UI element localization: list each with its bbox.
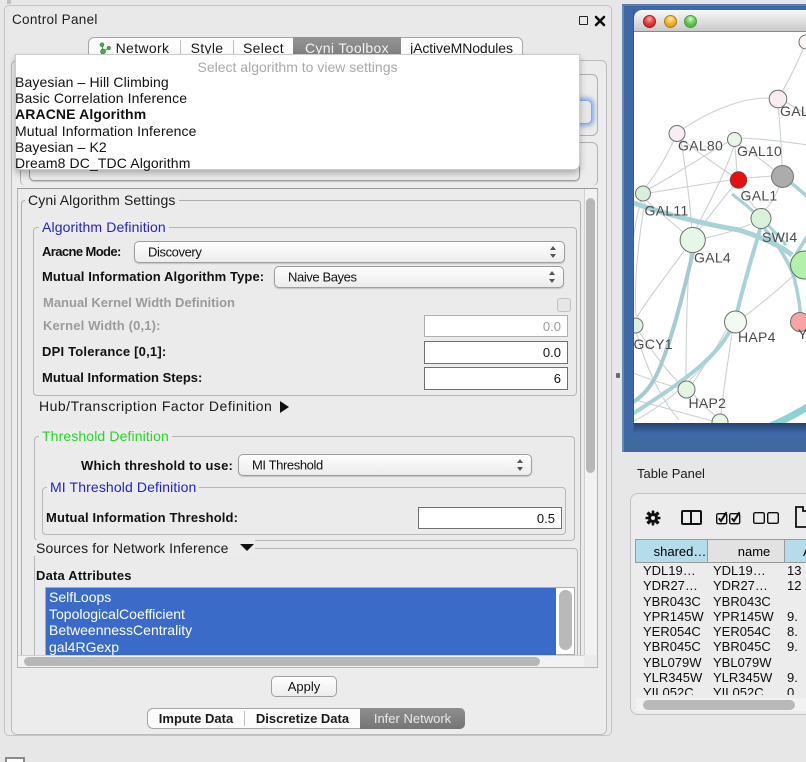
- svg-text:SWI4: SWI4: [762, 229, 797, 245]
- svg-text:GCY1: GCY1: [634, 336, 673, 352]
- svg-text:GAL2: GAL2: [780, 103, 806, 119]
- svg-text:GAL10: GAL10: [737, 143, 782, 159]
- svg-text:YM: YM: [798, 326, 806, 342]
- svg-text:GAL4: GAL4: [694, 250, 731, 266]
- svg-text:GAL80: GAL80: [678, 138, 723, 154]
- svg-text:HAP2: HAP2: [689, 395, 727, 411]
- svg-text:GAL11: GAL11: [645, 203, 689, 219]
- svg-text:HAP4: HAP4: [738, 329, 776, 345]
- svg-text:GAL1: GAL1: [741, 188, 778, 204]
